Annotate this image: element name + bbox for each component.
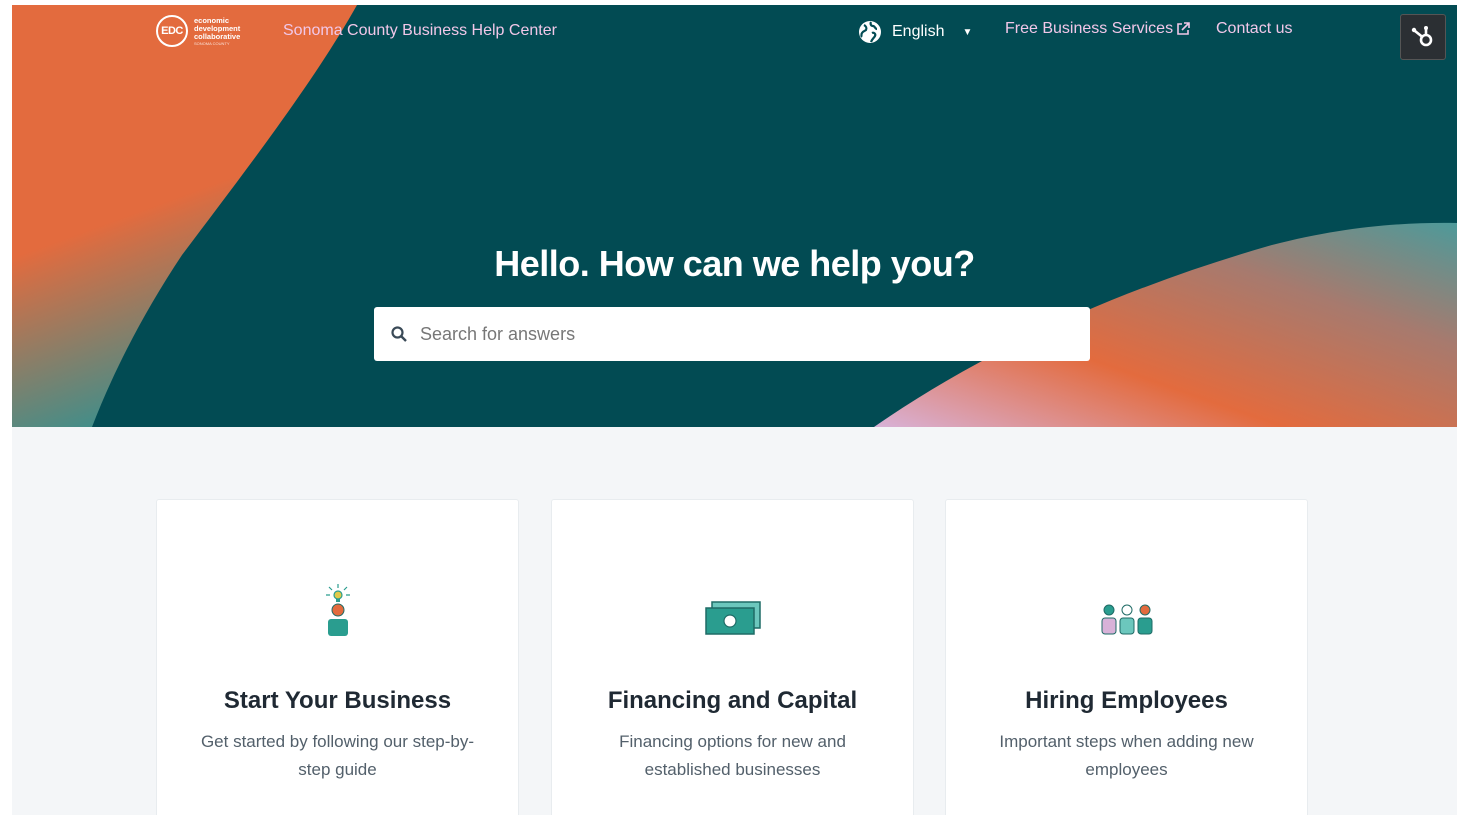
page-frame: EDC economic development collaborative S… (12, 5, 1457, 815)
card-title: Start Your Business (223, 687, 452, 714)
edc-logo[interactable]: EDC economic development collaborative S… (156, 15, 240, 47)
edc-logo-text: economic development collaborative SONOM… (194, 15, 241, 46)
chevron-down-icon: ▼ (962, 26, 973, 38)
hubspot-sprocket-icon (1411, 26, 1433, 47)
card-title: Financing and Capital (607, 687, 858, 714)
category-card-hiring[interactable]: Hiring Employees Important steps when ad… (945, 499, 1308, 815)
hero-background-shapes (12, 5, 1457, 427)
globe-icon (859, 21, 881, 43)
search-icon (391, 326, 407, 342)
language-selector[interactable]: English ▼ (858, 20, 972, 44)
edc-logo-mark: EDC (156, 15, 188, 47)
search-bar[interactable] (374, 307, 1090, 361)
card-description: Important steps when adding new employee… (999, 732, 1254, 779)
hero-title: Hello. How can we help you? (494, 243, 975, 284)
external-link-icon (1177, 22, 1190, 35)
card-description: Get started by following our step-by-ste… (200, 732, 475, 779)
card-title: Hiring Employees (1025, 687, 1228, 714)
free-business-services-link[interactable]: Free Business Services (1005, 20, 1190, 38)
free-business-services-label: Free Business Services (1005, 20, 1174, 37)
hero-banner: EDC economic development collaborative S… (12, 5, 1457, 427)
contact-us-link[interactable]: Contact us (1216, 20, 1292, 38)
team-icon (946, 578, 1307, 640)
hubspot-sprocket-button[interactable] (1400, 14, 1446, 60)
site-title-link[interactable]: Sonoma County Business Help Center (283, 22, 557, 40)
card-description: Financing options for new and establishe… (619, 732, 846, 779)
person-lightbulb-icon (157, 578, 518, 640)
category-card-start-business[interactable]: Start Your Business Get started by follo… (156, 499, 519, 815)
money-bills-icon (552, 578, 913, 640)
language-label: English (892, 23, 945, 40)
search-input[interactable] (420, 323, 1040, 345)
category-card-financing[interactable]: Financing and Capital Financing options … (551, 499, 914, 815)
